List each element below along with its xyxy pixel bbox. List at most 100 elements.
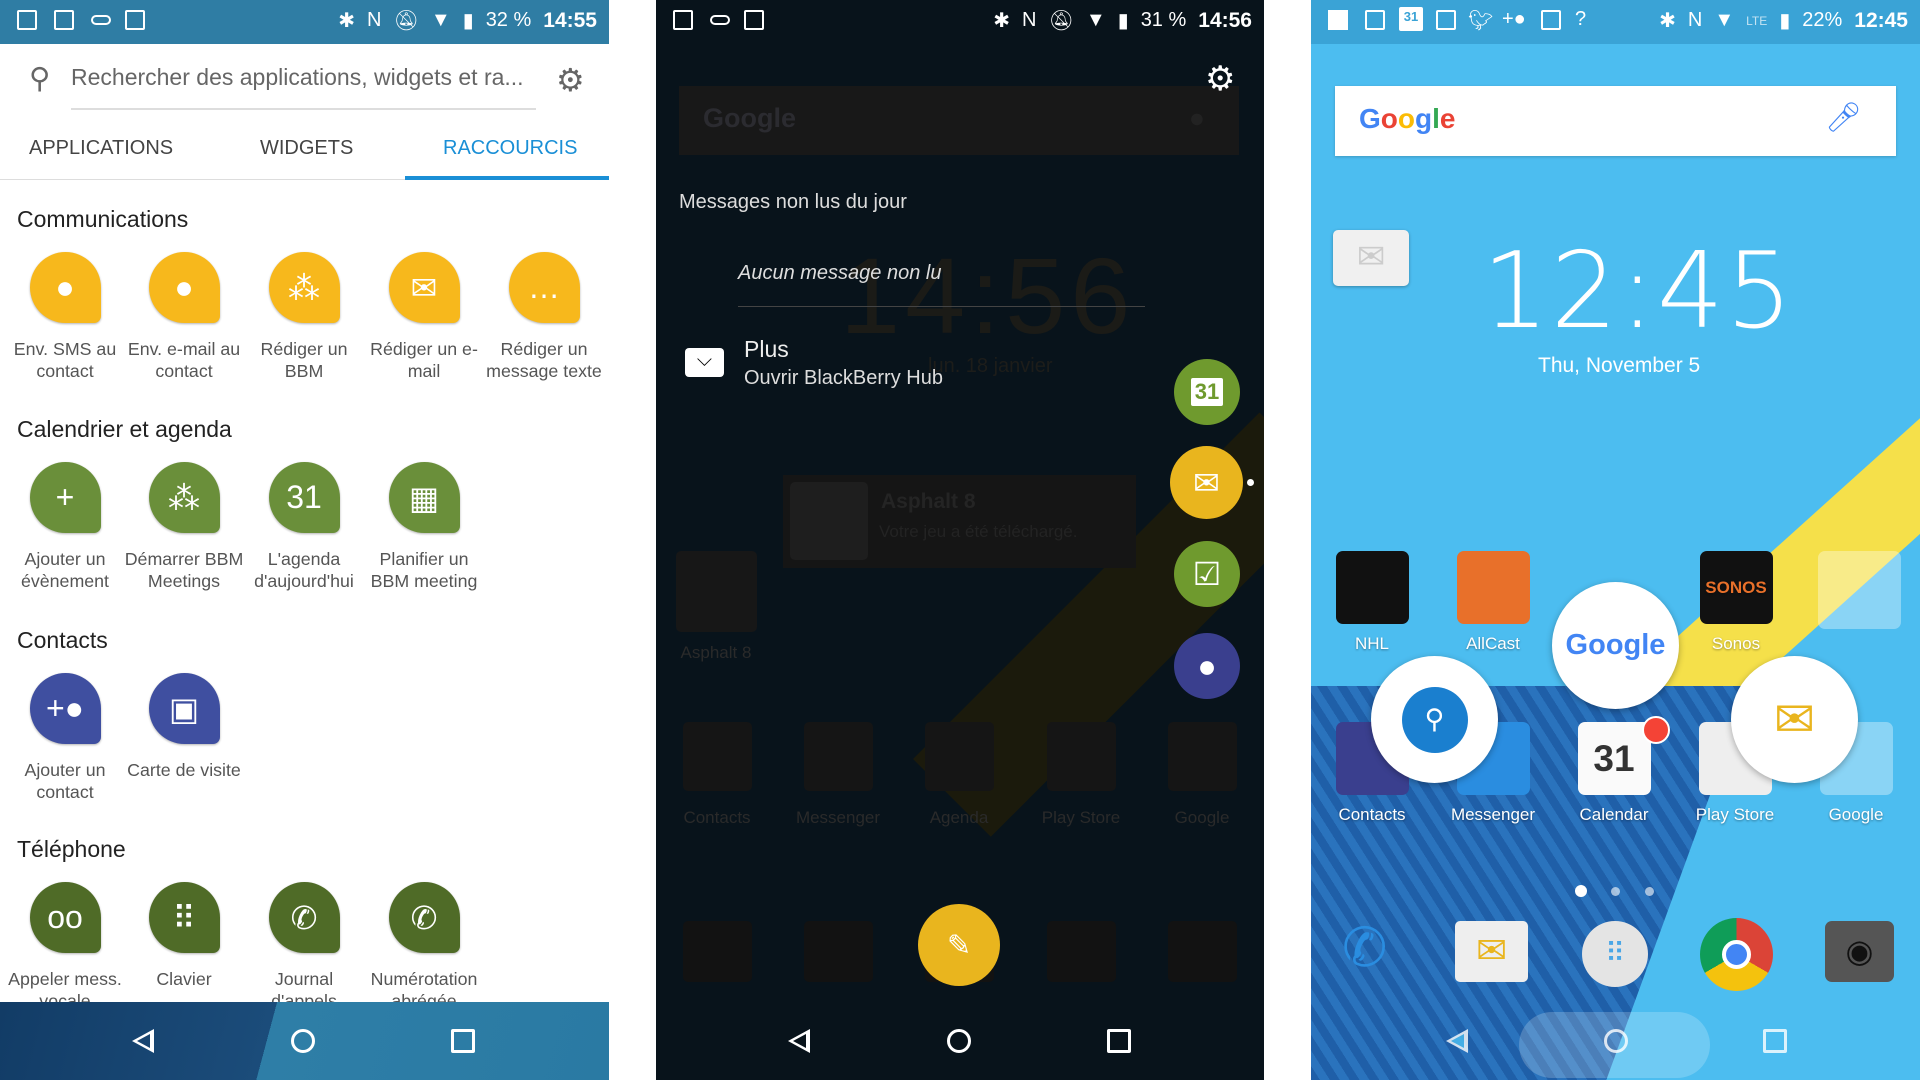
battery-icon: ▮ [1117, 10, 1129, 32]
shortcut-label: Planifier un BBM meeting [370, 549, 478, 591]
shortcut-item[interactable]: ▦ Planifier un BBM meeting [364, 462, 484, 592]
mail-icon: ✉ [388, 252, 460, 323]
open-hub-link[interactable]: Ouvrir BlackBerry Hub [744, 367, 943, 390]
home-button[interactable] [947, 1029, 971, 1053]
bluetooth-icon: ✱ [993, 10, 1011, 32]
shortcut-item[interactable]: ✉ Rédiger un e-mail [364, 252, 484, 382]
settings-gear-icon[interactable]: ⚙ [1205, 59, 1235, 99]
speed-dial-icon: ✆ [388, 882, 460, 953]
recents-button[interactable] [451, 1029, 475, 1053]
home-clock[interactable]: 12:45 [1482, 230, 1795, 352]
app-label: Calendar [1579, 805, 1649, 824]
tasks-shortcut-button[interactable]: ☑ [1174, 541, 1240, 607]
shortcut-item[interactable]: ● Env. SMS au contact [5, 252, 125, 382]
settings-gear-icon[interactable]: ⚙ [556, 61, 585, 99]
home-app-nhl[interactable]: NHL [1311, 551, 1433, 654]
search-input[interactable]: Rechercher des applications, widgets et … [71, 64, 536, 110]
mic-icon[interactable]: 🎤︎ [1825, 101, 1862, 135]
mail-notification-icon [1436, 10, 1456, 30]
wifi-icon: ▼ [1085, 9, 1106, 31]
battery-icon: ▮ [1779, 10, 1791, 32]
home-screen-panel: 31 🐦︎ +● ? ✱ N ▼ LTE ▮ 22% 12:45 Google … [1311, 0, 1920, 1080]
phone-dock-icon[interactable]: ✆ [1342, 916, 1387, 979]
recents-button[interactable] [1763, 1029, 1787, 1053]
shortcut-label: Rédiger un BBM [260, 339, 348, 381]
tab-applications[interactable]: APPLICATIONS [29, 137, 173, 160]
mail-dock-icon[interactable]: ✉ [1455, 921, 1528, 982]
app-drawer-icon[interactable]: ⠿ [1582, 921, 1648, 987]
shortcut-item[interactable]: + Ajouter un évènement [5, 462, 125, 592]
mail-bubble[interactable]: ✉ [1731, 656, 1858, 783]
shortcut-item[interactable]: ● Env. e-mail au contact [124, 252, 244, 382]
dock-app-label: Play Store [1041, 808, 1121, 827]
google-search-bar-dimmed: Google ● [679, 86, 1239, 155]
sonos-app-icon: SONOS [1699, 551, 1773, 624]
google-bubble-label: Google [1565, 629, 1666, 661]
page-dot-active[interactable] [1575, 885, 1587, 897]
dock-app-icon-dimmed [1047, 722, 1116, 791]
calendar-notification-icon: 31 [1399, 7, 1423, 31]
app-label: Google [1828, 805, 1884, 824]
folder-icon[interactable] [1818, 551, 1901, 629]
clock: 14:56 [1198, 8, 1252, 32]
contact-email-icon: ● [148, 252, 220, 323]
nfc-icon: N [1687, 9, 1703, 31]
tab-widgets[interactable]: WIDGETS [260, 137, 353, 160]
shortcut-item[interactable]: ⁂ Démarrer BBM Meetings [124, 462, 244, 592]
home-button[interactable] [1604, 1029, 1628, 1053]
dock-app-icon-dimmed [1168, 722, 1237, 791]
section-title: Téléphone [17, 836, 126, 862]
camera-dock-icon[interactable]: ◉ [1825, 921, 1894, 982]
dock-app-label: Google [1174, 808, 1230, 827]
google-bubble[interactable]: Google [1552, 582, 1679, 709]
shortcuts-panel: ✱ N 🔕︎ ▼ ▮ 32 % 14:55 ⚲ Rechercher des a… [0, 0, 609, 1080]
back-button[interactable] [1446, 1029, 1468, 1053]
page-dot[interactable] [1645, 887, 1654, 896]
app-label: Play Store [1695, 805, 1775, 824]
tab-raccourcis[interactable]: RACCOURCIS [443, 137, 577, 160]
calendar-shortcut-button[interactable]: 31 [1174, 359, 1240, 425]
search-icon: ⚲ [1401, 686, 1468, 753]
notification-badge [1642, 716, 1670, 744]
home-app-allcast[interactable]: AllCast [1432, 551, 1554, 654]
divider [738, 306, 1145, 307]
status-bar: ✱ N 🔕︎ ▼ ▮ 32 % 14:55 [0, 0, 609, 44]
mail-icon[interactable]: ⌵ [685, 348, 724, 377]
dock-app-label: Contacts [683, 808, 751, 827]
blackberry-search-bubble[interactable]: ⚲ [1371, 656, 1498, 783]
hub-widget-envelope-icon[interactable]: ✉ [1333, 230, 1409, 286]
shortcut-label: Démarrer BBM Meetings [124, 549, 244, 591]
active-indicator-dot [1247, 479, 1254, 486]
twitter-icon: 🐦︎ [1468, 10, 1494, 32]
nfc-icon: N [367, 9, 382, 31]
notification-body: Votre jeu a été téléchargé. [879, 522, 1078, 541]
contacts-shortcut-button[interactable]: ● [1174, 633, 1240, 699]
shortcut-item[interactable]: ✆ Journal d'appels [244, 882, 364, 1012]
compose-fab[interactable]: ✎ [918, 904, 1000, 986]
shortcut-label: Ajouter un évènement [21, 549, 109, 591]
back-button[interactable] [788, 1029, 810, 1053]
dock-icon-dimmed [1168, 921, 1237, 982]
home-button[interactable] [291, 1029, 315, 1053]
google-search-bar[interactable]: Google 🎤︎ [1335, 86, 1896, 156]
message-icon: … [508, 252, 580, 323]
hub-title[interactable]: Plus [744, 336, 789, 363]
recents-button[interactable] [1107, 1029, 1131, 1053]
shortcut-item[interactable]: oo Appeler mess. vocale [5, 882, 125, 1012]
home-app-sonos[interactable]: SONOS Sonos [1675, 551, 1797, 654]
shortcut-item[interactable]: ⠿ Clavier [124, 882, 244, 990]
shortcut-item[interactable]: ▣ Carte de visite [124, 673, 244, 781]
shortcut-item[interactable]: … Rédiger un message texte [484, 252, 604, 382]
asphalt-notification[interactable]: Asphalt 8 Votre jeu a été téléchargé. [783, 475, 1136, 568]
shortcut-item[interactable]: ✆ Numérotation abrégée [364, 882, 484, 1012]
page-dot[interactable] [1611, 887, 1620, 896]
back-button[interactable] [132, 1029, 154, 1053]
messages-shortcut-button[interactable]: ✉ [1170, 446, 1243, 519]
calendar-grid-icon: ▦ [388, 462, 460, 533]
shortcut-item[interactable]: 31 L'agenda d'aujourd'hui [244, 462, 364, 592]
shortcut-item[interactable]: ⁂ Rédiger un BBM [244, 252, 364, 382]
shortcut-item[interactable]: +● Ajouter un contact [5, 673, 125, 803]
chrome-dock-icon[interactable] [1700, 918, 1773, 991]
gallery-icon [17, 10, 37, 30]
nfc-icon: N [1022, 9, 1037, 31]
